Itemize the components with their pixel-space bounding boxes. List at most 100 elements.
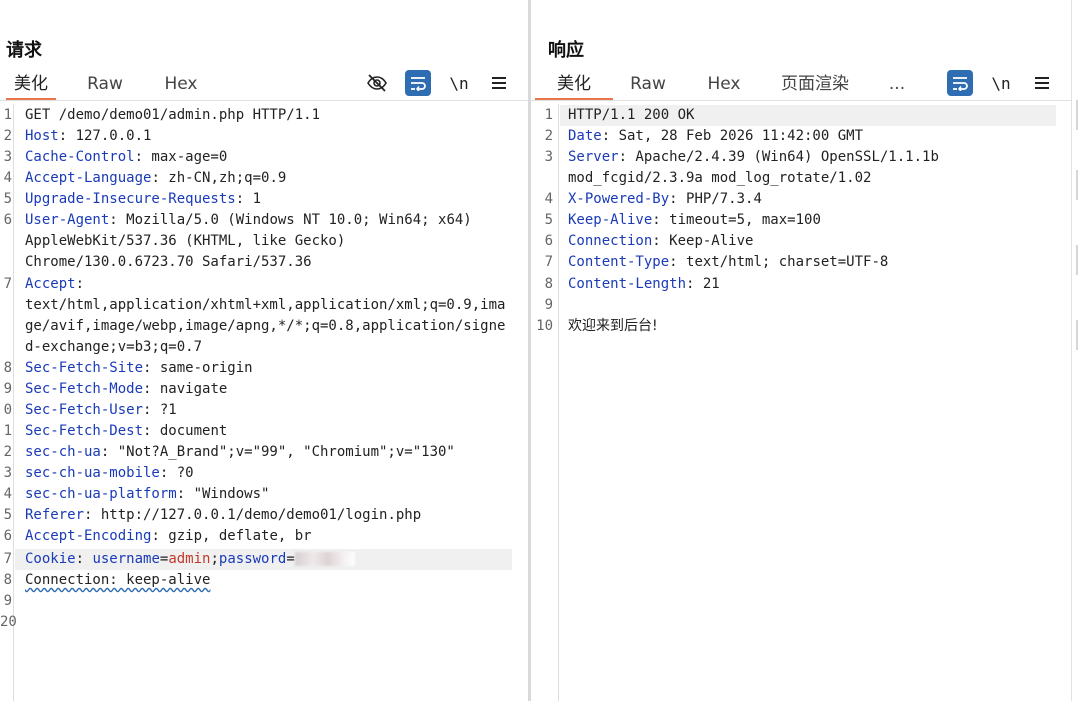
tab-divider <box>0 100 528 101</box>
header-value: : 127.0.0.1 <box>58 128 152 144</box>
line-number: 4 <box>3 486 12 502</box>
line-number: 6 <box>3 528 12 544</box>
header-accept-language: Accept-Language: zh-CN,zh;q=0.9 <box>25 168 286 189</box>
header-sec-fetch-site: Sec-Fetch-Site: same-origin <box>25 358 253 379</box>
line-number: 1 <box>3 107 12 123</box>
header-server: Server: Apache/2.4.39 (Win64) OpenSSL/1.… <box>568 147 939 168</box>
header-key: Sec-Fetch-Mode <box>25 381 144 397</box>
line-number: 7 <box>3 551 12 567</box>
line-number: 8 <box>3 360 12 376</box>
tab-hex[interactable]: Hex <box>156 68 206 100</box>
status-line: HTTP/1.1 200 OK <box>568 107 695 123</box>
header-value: : "Not?A_Brand";v="99", "Chromium";v="13… <box>100 444 455 460</box>
header-key: Accept-Language <box>25 170 152 186</box>
line-number: 3 <box>3 149 12 165</box>
cookie-name-password: password <box>218 551 287 567</box>
panel-marker <box>1076 170 1078 200</box>
line-number: 10 <box>536 318 553 334</box>
header-continuation: text/html,application/xhtml+xml,applicat… <box>25 297 506 313</box>
cookie-name-username: username <box>92 551 160 567</box>
line-number: 9 <box>544 297 553 313</box>
line-number: 9 <box>3 381 12 397</box>
line-number: 20 <box>0 614 17 630</box>
tab-pretty[interactable]: 美化 <box>6 68 56 101</box>
header-cookie: Cookie: username=admin;password= <box>25 549 355 570</box>
header-value: : ?0 <box>159 465 194 481</box>
header-sec-ch-ua-platform: sec-ch-ua-platform: "Windows" <box>25 484 269 505</box>
header-upgrade-insecure: Upgrade-Insecure-Requests: 1 <box>25 189 261 210</box>
wrap-lines-button[interactable] <box>405 70 431 96</box>
header-continuation: d-exchange;v=b3;q=0.7 <box>25 339 203 355</box>
line-number: 3 <box>544 149 553 165</box>
line-number: 8 <box>3 572 12 588</box>
line-number: 3 <box>3 465 12 481</box>
header-key: Server <box>568 149 619 165</box>
redacted-password <box>294 552 355 566</box>
line-number: 5 <box>544 212 553 228</box>
response-body: 欢迎来到后台! <box>568 318 658 334</box>
header-accept-encoding: Accept-Encoding: gzip, deflate, br <box>25 526 312 547</box>
header-continuation: AppleWebKit/537.36 (KHTML, like Gecko) <box>25 233 346 249</box>
panel-marker <box>1076 100 1078 130</box>
header-value: : PHP/7.3.4 <box>669 191 762 207</box>
request-menu-button[interactable] <box>486 70 512 96</box>
eye-slash-icon <box>367 74 387 92</box>
response-menu-button[interactable] <box>1029 70 1055 96</box>
header-value: : same-origin <box>143 360 253 376</box>
header-value: : zh-CN,zh;q=0.9 <box>151 170 287 186</box>
wrap-lines-button[interactable] <box>947 70 973 96</box>
header-key: sec-ch-ua <box>25 444 101 460</box>
line-number: 5 <box>3 507 12 523</box>
header-sec-fetch-mode: Sec-Fetch-Mode: navigate <box>25 379 227 400</box>
tab-raw[interactable]: Raw <box>80 68 130 100</box>
header-key: Cache-Control <box>25 149 135 165</box>
header-content-type: Content-Type: text/html; charset=UTF-8 <box>568 252 888 273</box>
tab-render[interactable]: 页面渲染 <box>775 68 855 100</box>
line-number: 4 <box>544 191 553 207</box>
show-newlines-button[interactable]: \n <box>988 70 1014 96</box>
header-key: Accept-Encoding <box>25 528 152 544</box>
header-key: User-Agent <box>25 212 110 228</box>
response-title: 响应 <box>548 40 584 61</box>
tab-more[interactable]: ... <box>885 68 909 100</box>
header-key: Sec-Fetch-Dest <box>25 423 144 439</box>
header-continuation: Chrome/130.0.6723.70 Safari/537.36 <box>25 254 312 270</box>
header-accept: Accept: <box>25 274 84 295</box>
header-value: : http://127.0.0.1/demo/demo01/login.php <box>84 507 422 523</box>
header-key: Connection <box>568 233 653 249</box>
header-continuation: mod_fcgid/2.3.9a mod_log_rotate/1.02 <box>568 170 872 186</box>
header-connection: Connection: keep-alive <box>25 572 211 588</box>
show-newlines-button[interactable]: \n <box>446 70 472 96</box>
tab-raw[interactable]: Raw <box>623 68 673 100</box>
request-line: GET /demo/demo01/admin.php HTTP/1.1 <box>25 105 320 126</box>
header-value: : document <box>143 423 228 439</box>
header-value: : 1 <box>235 191 262 207</box>
header-key: Content-Type <box>568 254 670 270</box>
header-host: Host: 127.0.0.1 <box>25 126 151 147</box>
hamburger-icon <box>1035 77 1049 89</box>
wrap-lines-icon <box>411 77 426 91</box>
side-panel-edge <box>1071 0 1080 701</box>
line-number: 0 <box>3 402 12 418</box>
header-key: sec-ch-ua-platform <box>25 486 177 502</box>
tab-pretty[interactable]: 美化 <box>535 68 613 101</box>
line-number: 2 <box>3 128 12 144</box>
response-editor[interactable]: 1 2 3 4 5 6 7 8 9 10 HTTP/1.1 200 OK Dat… <box>531 104 1071 701</box>
header-key: Sec-Fetch-User <box>25 402 144 418</box>
header-key: sec-ch-ua-mobile <box>25 465 160 481</box>
line-number: 2 <box>3 444 12 460</box>
header-value: : Sat, 28 Feb 2026 11:42:00 GMT <box>601 128 864 144</box>
request-title: 请求 <box>6 40 42 61</box>
header-sec-ch-ua: sec-ch-ua: "Not?A_Brand";v="99", "Chromi… <box>25 442 455 463</box>
header-value: : max-age=0 <box>134 149 228 165</box>
header-key: Upgrade-Insecure-Requests <box>25 191 236 207</box>
hide-nonprintable-button[interactable] <box>364 70 390 96</box>
request-editor[interactable]: 1 2 3 4 5 6 7 8 9 0 1 2 3 4 5 6 7 8 9 20… <box>0 104 528 701</box>
header-value: : "Windows" <box>176 486 270 502</box>
header-value: : text/html; charset=UTF-8 <box>669 254 889 270</box>
header-sec-ch-ua-mobile: sec-ch-ua-mobile: ?0 <box>25 463 194 484</box>
header-key: Date <box>568 128 602 144</box>
hamburger-icon <box>492 77 506 89</box>
panel-marker <box>1076 320 1078 350</box>
tab-hex[interactable]: Hex <box>699 68 749 100</box>
